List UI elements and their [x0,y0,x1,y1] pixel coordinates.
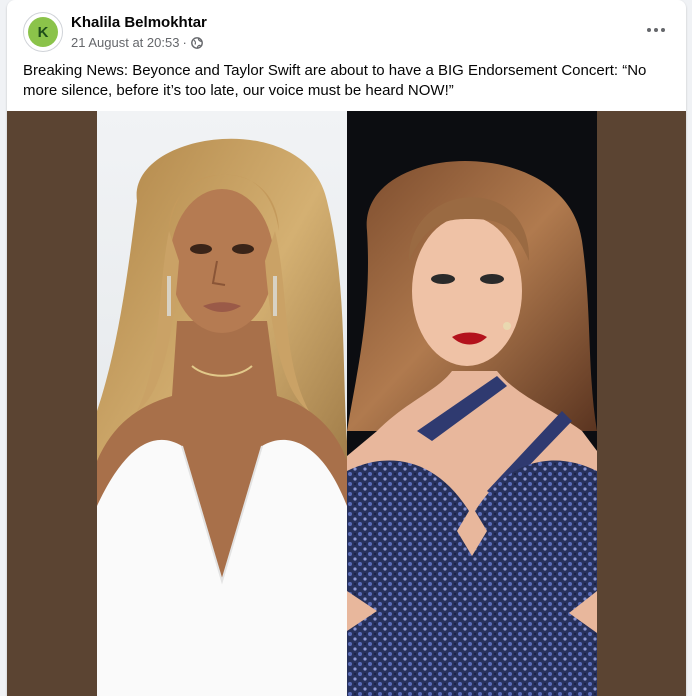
author-name[interactable]: Khalila Belmokhtar [71,14,207,31]
avatar-initial: K [28,17,58,47]
post-meta: 21 August at 20:53 · [71,35,203,50]
photo-taylor-swift [347,111,597,696]
more-options-icon[interactable] [644,18,668,42]
post-card: K Khalila Belmokhtar 21 August at 20:53 … [7,0,686,696]
post-header: K Khalila Belmokhtar 21 August at 20:53 … [7,0,686,60]
post-timestamp[interactable]: 21 August at 20:53 [71,35,179,50]
meta-separator: · [182,35,187,50]
post-text: Breaking News: Beyonce and Taylor Swift … [23,62,647,99]
author-avatar[interactable]: K [23,12,63,52]
post-media[interactable] [7,111,686,696]
globe-icon[interactable] [190,36,203,49]
photo-beyonce [97,111,347,696]
